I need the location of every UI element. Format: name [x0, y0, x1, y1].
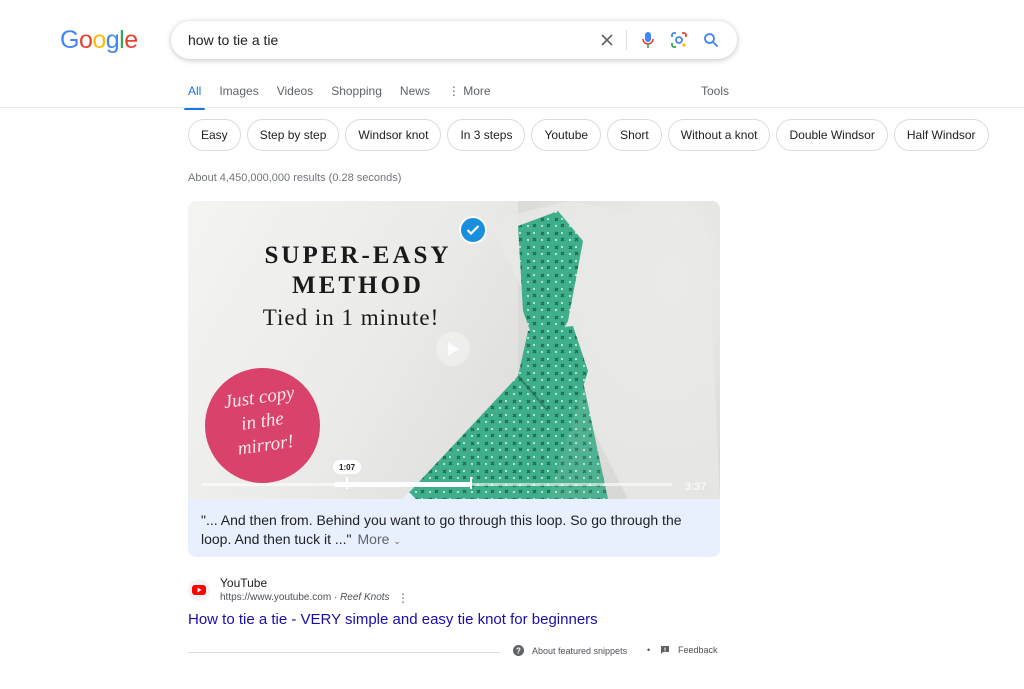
source-url: https://www.youtube.com · Reef Knots — [220, 592, 390, 603]
help-icon: ? — [513, 645, 524, 656]
tools-label: Tools — [701, 84, 730, 98]
video-player[interactable]: SUPER-EASY METHOD Tied in 1 minute! Just … — [188, 201, 720, 499]
verified-check-icon — [459, 216, 487, 244]
chip[interactable]: Windsor knot — [345, 119, 442, 151]
tab-label: Shopping — [331, 84, 382, 98]
more-label: More — [357, 531, 390, 547]
chip[interactable]: Youtube — [531, 119, 602, 151]
lens-icon[interactable] — [669, 30, 689, 50]
featured-snippet-card: SUPER-EASY METHOD Tied in 1 minute! Just … — [188, 201, 720, 557]
tab-label: More — [463, 84, 491, 98]
progress-marker[interactable] — [346, 477, 348, 489]
tab-label: All — [188, 84, 202, 98]
headline-line: SUPER-EASY — [264, 242, 452, 269]
url-separator: · — [331, 592, 341, 603]
video-duration: 3:37 — [685, 481, 707, 493]
video-subhead: Tied in 1 minute! — [262, 305, 440, 330]
snippet-quote: "... And then from. Behind you want to g… — [201, 512, 682, 547]
channel-name: Reef Knots — [340, 592, 390, 603]
result-stats: About 4,450,000,000 results (0.28 second… — [188, 172, 402, 184]
about-snippets-link[interactable]: ? About featured snippets — [513, 645, 627, 656]
chip[interactable]: Double Windsor — [776, 119, 888, 151]
header-divider — [0, 107, 1024, 108]
chip[interactable]: In 3 steps — [447, 119, 526, 151]
chip[interactable]: Easy — [188, 119, 241, 151]
logo-letter: G — [60, 26, 79, 54]
more-button[interactable]: More ⌄ — [358, 531, 401, 547]
search-separator — [626, 30, 627, 50]
chevron-down-icon: ⌄ — [393, 536, 401, 546]
youtube-favicon-icon — [188, 579, 210, 601]
progress-marker[interactable] — [470, 477, 472, 489]
search-box — [171, 21, 737, 59]
url-text: https://www.youtube.com — [220, 592, 332, 603]
tab-label: Videos — [276, 84, 314, 98]
google-logo[interactable]: Google — [60, 26, 138, 55]
about-label: About featured snippets — [532, 645, 628, 656]
logo-letter: e — [124, 26, 138, 54]
chip[interactable]: Without a knot — [667, 119, 771, 151]
feedback-icon — [661, 646, 669, 654]
chip[interactable]: Short — [607, 119, 662, 151]
time-bubble: 1:07 — [333, 460, 362, 474]
result-title-link[interactable]: How to tie a tie - VERY simple and easy … — [188, 611, 598, 628]
headline-line: METHOD — [292, 272, 424, 299]
footer-separator: • — [647, 645, 651, 655]
logo-letter: o — [78, 26, 93, 54]
footer-divider — [188, 652, 500, 653]
snippet-caret — [401, 492, 417, 499]
chip[interactable]: Step by step — [246, 119, 340, 151]
progress-highlight — [334, 482, 471, 487]
logo-letter: g — [105, 26, 120, 54]
source-name: YouTube — [220, 576, 268, 590]
tools-button[interactable]: Tools — [701, 84, 729, 98]
svg-text:?: ? — [516, 647, 521, 656]
search-input[interactable] — [188, 32, 568, 48]
tab-label: News — [399, 84, 430, 98]
video-headline: SUPER-EASY METHOD — [228, 241, 488, 301]
chip[interactable]: Half Windsor — [893, 119, 989, 151]
more-dots-icon: ⋮ — [447, 84, 464, 98]
microphone-icon[interactable] — [638, 30, 658, 50]
result-menu-icon[interactable]: ⋮ — [397, 591, 409, 605]
refinement-chips: Easy Step by step Windsor knot In 3 step… — [188, 119, 989, 151]
snippet-text: "... And then from. Behind you want to g… — [201, 511, 711, 551]
tab-label: Images — [219, 84, 259, 98]
search-icon[interactable] — [701, 30, 721, 50]
feedback-link[interactable]: Feedback — [660, 645, 718, 655]
play-icon[interactable] — [436, 332, 470, 366]
logo-letter: o — [92, 26, 106, 54]
feedback-label: Feedback — [678, 645, 718, 655]
clear-icon[interactable] — [597, 30, 617, 50]
